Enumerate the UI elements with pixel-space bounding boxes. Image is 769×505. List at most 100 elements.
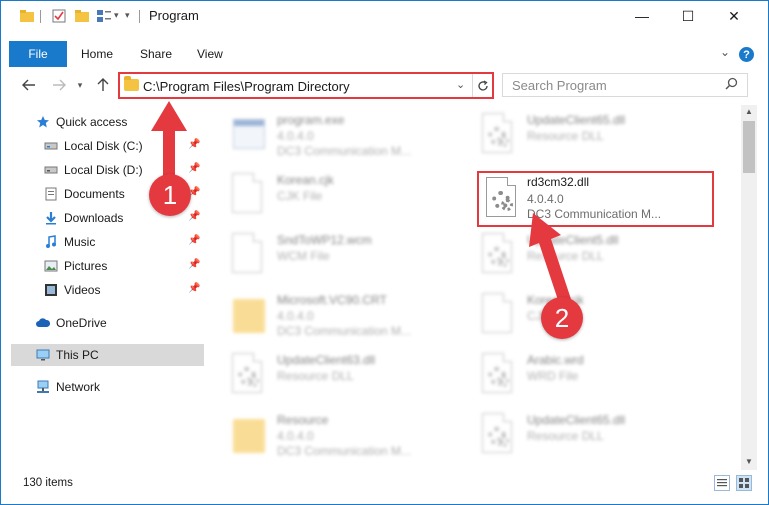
details-view-button[interactable] — [714, 475, 730, 491]
pin-icon[interactable]: 📌 — [188, 235, 200, 246]
file-type: WRD File — [527, 369, 579, 383]
file-description: DC3 Communication M... — [277, 144, 412, 158]
file-version: 4.0.4.0 — [527, 192, 564, 206]
file-item[interactable]: Microsoft.VC90.CRT 4.0.4.0 DC3 Communica… — [223, 289, 463, 347]
search-icon[interactable] — [725, 77, 738, 90]
up-button[interactable] — [92, 73, 114, 97]
sidebar-item-onedrive[interactable]: OneDrive — [11, 312, 204, 334]
sidebar-item-local-disk-c[interactable]: Local Disk (C:) 📌 — [11, 135, 204, 157]
dll-icon — [479, 413, 515, 457]
title-divider — [139, 10, 140, 23]
back-button[interactable] — [18, 73, 40, 97]
document-icon — [229, 173, 265, 217]
expand-ribbon-icon[interactable]: ⌄ — [720, 45, 730, 59]
music-icon — [46, 235, 56, 248]
large-icons-view-button[interactable] — [736, 475, 752, 491]
address-dropdown-icon[interactable]: ⌄ — [456, 78, 465, 91]
tab-view[interactable]: View — [197, 41, 223, 67]
sidebar-item-music[interactable]: Music 📌 — [11, 231, 204, 253]
file-name: Arabic.wrd — [527, 353, 584, 367]
new-folder-icon[interactable] — [74, 8, 90, 24]
file-list: program.exe 4.0.4.0 DC3 Communication M.… — [223, 105, 741, 470]
star-icon — [37, 116, 49, 128]
dll-icon — [479, 233, 515, 277]
file-name: rd3cm32.dll — [527, 175, 590, 189]
scroll-thumb[interactable] — [743, 121, 755, 173]
folder-icon — [20, 10, 34, 22]
qat-customize-icon[interactable]: ▾ — [125, 10, 130, 21]
file-name: Korean.cjk — [277, 173, 334, 187]
sidebar-item-label: Network — [56, 380, 101, 394]
file-item[interactable]: UpdateClient65.dll Resource DLL — [473, 109, 713, 167]
pin-icon[interactable]: 📌 — [188, 163, 200, 174]
scroll-up-icon[interactable]: ▲ — [745, 107, 753, 116]
sidebar-item-label: Local Disk (C:) — [64, 139, 143, 153]
tab-share[interactable]: Share — [140, 41, 172, 67]
help-icon[interactable]: ? — [739, 47, 754, 62]
file-item[interactable]: program.exe 4.0.4.0 DC3 Communication M.… — [223, 109, 463, 167]
drive-icon — [44, 142, 58, 150]
cloud-icon — [36, 318, 50, 327]
forward-button[interactable] — [48, 73, 70, 97]
file-item[interactable]: Korean.cjk CJK File — [223, 169, 463, 227]
drive-icon — [44, 166, 58, 174]
dll-icon — [483, 177, 519, 221]
pin-icon[interactable]: 📌 — [188, 211, 200, 222]
file-item[interactable]: SndToWP12.wcm WCM File — [223, 229, 463, 287]
status-bar: 130 items — [1, 474, 768, 494]
file-description: DC3 Communication M... — [277, 444, 412, 458]
refresh-button[interactable] — [472, 74, 492, 97]
qat-divider — [40, 10, 41, 23]
navigation-pane: Quick access Local Disk (C:) 📌 Local Dis… — [11, 107, 204, 470]
file-item-rd3cm32[interactable]: rd3cm32.dll 4.0.4.0 DC3 Communication M.… — [479, 173, 719, 231]
recent-locations-icon[interactable]: ▾ — [73, 73, 87, 97]
sidebar-item-label: Local Disk (D:) — [64, 163, 143, 177]
sidebar-item-quick-access[interactable]: Quick access — [11, 111, 204, 133]
vertical-scrollbar[interactable]: ▲ ▼ — [741, 105, 757, 470]
sidebar-item-network[interactable]: Network — [11, 376, 204, 398]
view-options-icon[interactable] — [96, 8, 112, 24]
scroll-down-icon[interactable]: ▼ — [745, 457, 753, 466]
sidebar-item-videos[interactable]: Videos 📌 — [11, 279, 204, 301]
qat-dropdown-icon[interactable]: ▾ — [114, 10, 119, 21]
file-version: 4.0.4.0 — [277, 129, 314, 143]
file-item[interactable]: UpdateClient5.dll Resource DLL — [473, 229, 713, 287]
sidebar-item-pictures[interactable]: Pictures 📌 — [11, 255, 204, 277]
dll-icon — [229, 353, 265, 397]
address-bar[interactable]: C:\Program Files\Program Directory ⌄ — [118, 72, 494, 99]
file-item[interactable]: Resource 4.0.4.0 DC3 Communication M... — [223, 409, 463, 467]
file-item[interactable]: UpdateClient65.dll Resource DLL — [473, 409, 713, 467]
document-icon — [479, 293, 515, 337]
folder-icon — [229, 293, 265, 337]
search-placeholder[interactable]: Search Program — [512, 78, 607, 93]
search-box[interactable]: Search Program — [502, 73, 748, 97]
pin-icon[interactable]: 📌 — [188, 259, 200, 270]
file-item[interactable]: Arabic.wrd WRD File — [473, 349, 713, 407]
pictures-icon — [44, 260, 58, 272]
address-path[interactable]: C:\Program Files\Program Directory — [143, 79, 350, 94]
sidebar-item-label: Videos — [64, 283, 101, 297]
pin-icon[interactable]: 📌 — [188, 139, 200, 150]
sidebar-item-label: OneDrive — [56, 316, 107, 330]
sidebar-item-label: Downloads — [64, 211, 124, 225]
close-button[interactable]: ✕ — [712, 1, 756, 31]
window-title: Program — [149, 8, 199, 23]
sidebar-item-this-pc[interactable]: This PC — [11, 344, 204, 366]
pin-icon[interactable]: 📌 — [188, 283, 200, 294]
tab-file[interactable]: File — [9, 41, 67, 67]
maximize-button[interactable]: ☐ — [666, 1, 710, 31]
network-icon — [37, 380, 49, 393]
properties-icon[interactable] — [51, 8, 67, 24]
file-item[interactable]: UpdateClient63.dll Resource DLL — [223, 349, 463, 407]
downloads-icon — [46, 212, 56, 225]
file-item[interactable]: Korean.cjk CJK File — [473, 289, 713, 347]
tab-home[interactable]: Home — [81, 41, 113, 67]
sidebar-item-label: This PC — [56, 348, 99, 362]
file-name: UpdateClient65.dll — [527, 413, 626, 427]
highlighted-file-item[interactable]: rd3cm32.dll 4.0.4.0 DC3 Communication M.… — [477, 171, 714, 227]
file-type: CJK File — [277, 189, 323, 203]
title-bar: ▾ ▾ Program — ☐ ✕ — [1, 1, 768, 31]
minimize-button[interactable]: — — [620, 1, 664, 31]
file-description: DC3 Communication M... — [277, 324, 412, 338]
file-name: program.exe — [277, 113, 345, 127]
